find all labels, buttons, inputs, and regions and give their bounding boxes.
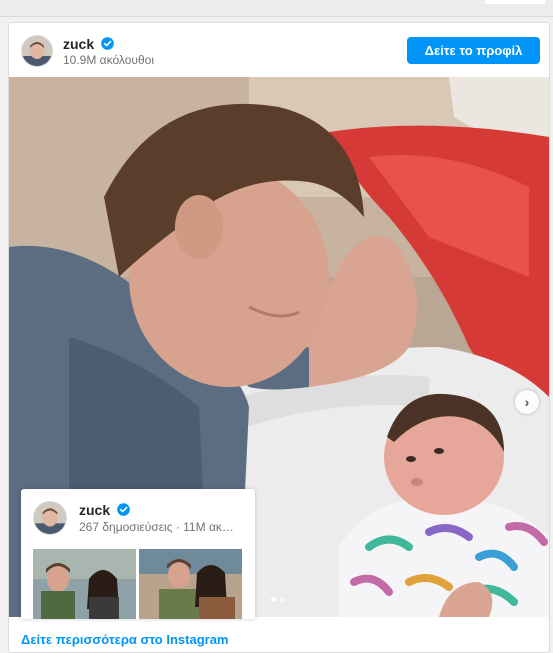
carousel-dot xyxy=(280,597,285,602)
popup-avatar[interactable] xyxy=(33,501,67,535)
next-slide-button[interactable]: › xyxy=(515,390,539,414)
post-header: zuck 10.9M ακόλουθοι Δείτε το προφίλ xyxy=(9,23,549,77)
popup-verified-badge-icon xyxy=(117,503,130,516)
popup-thumbnails xyxy=(33,549,243,619)
carousel-dot-active xyxy=(271,597,276,602)
view-profile-button[interactable]: Δείτε το προφίλ xyxy=(407,37,540,64)
chevron-right-icon: › xyxy=(524,394,530,410)
thumbnail-2[interactable] xyxy=(139,549,242,619)
thumbnail-1[interactable] xyxy=(33,549,136,619)
popup-stats: 267 δημοσιεύσεις · 11M ακ… xyxy=(79,520,234,534)
profile-preview-popup: zuck 267 δημοσιεύσεις · 11M ακ… xyxy=(21,489,255,619)
scrollbar-thumb[interactable] xyxy=(485,0,545,4)
carousel-dots xyxy=(271,597,285,603)
popup-username[interactable]: zuck xyxy=(79,502,110,518)
top-strip xyxy=(0,0,553,17)
instagram-embed-card: zuck 10.9M ακόλουθοι Δείτε το προφίλ › z… xyxy=(8,22,550,653)
username[interactable]: zuck xyxy=(63,36,94,52)
avatar[interactable] xyxy=(21,35,53,67)
view-more-on-instagram-link[interactable]: Δείτε περισσότερα στο Instagram xyxy=(21,632,229,647)
followers-count: 10.9M ακόλουθοι xyxy=(63,53,154,67)
verified-badge-icon xyxy=(101,37,114,50)
